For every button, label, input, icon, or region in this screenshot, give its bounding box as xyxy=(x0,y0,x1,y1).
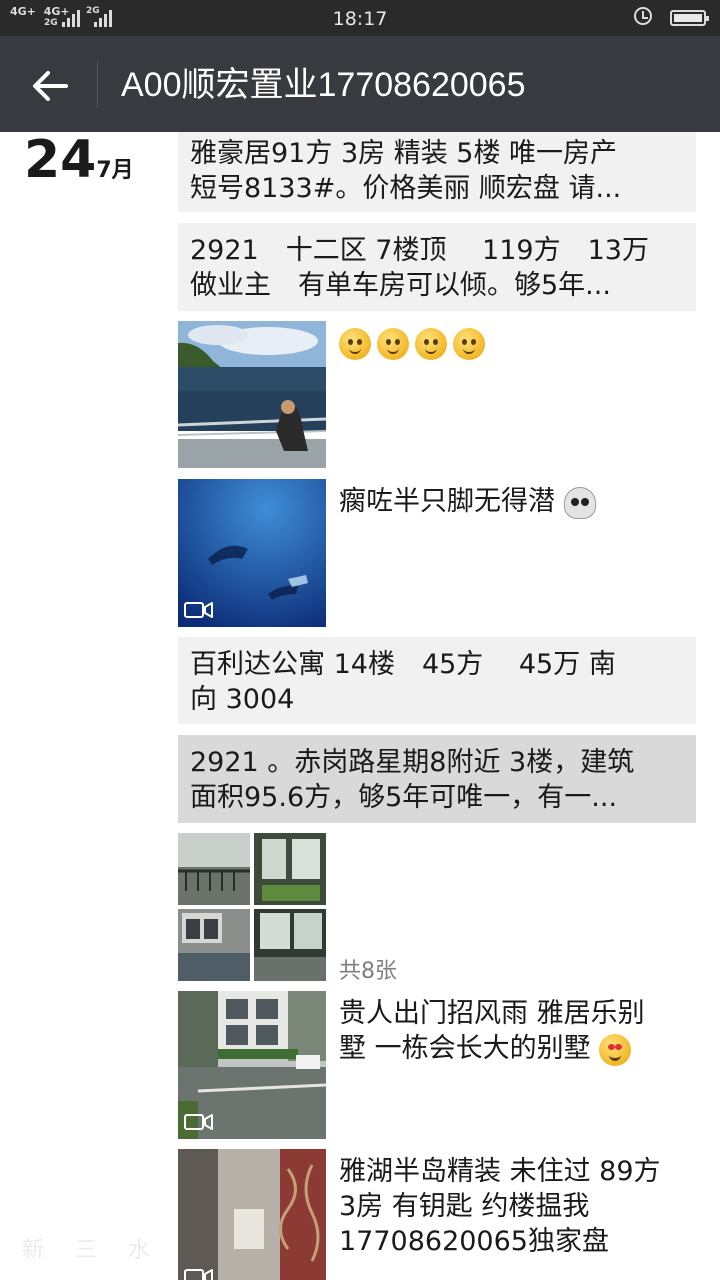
moment-post[interactable]: 2921 十二区 7楼顶 119方 13万 做业主 有单车房可以倾。够5年... xyxy=(178,223,696,311)
post-text-line: 百利达公寓 14楼 45方 45万 南 xyxy=(190,649,616,680)
post-text-line: 雅豪居91方 3房 精装 5楼 唯一房产 xyxy=(190,138,618,169)
photo-count: 共8张 xyxy=(339,959,397,984)
post-date: 247月 xyxy=(24,130,134,190)
post-text-line: 2921 十二区 7楼顶 119方 13万 xyxy=(190,235,649,266)
smile-emoji-icon xyxy=(339,327,371,360)
photo-grid-image xyxy=(178,833,326,981)
title-bar: A00顺宏置业17708620065 xyxy=(0,36,720,132)
caption-line: 贵人出门招风雨 雅居乐别 xyxy=(339,998,645,1029)
date-day: 24 xyxy=(24,130,97,190)
smile-emoji-icon xyxy=(415,327,447,360)
video-icon xyxy=(184,1269,213,1280)
caption-line: 3房 有钥匙 约楼揾我 xyxy=(339,1191,590,1222)
post-caption: 贵人出门招风雨 雅居乐别 墅 一栋会长大的别墅 xyxy=(339,996,645,1066)
skull-emoji-icon xyxy=(563,486,596,519)
moment-post[interactable]: 雅豪居91方 3房 精装 5楼 唯一房产 短号8133#。价格美丽 顺宏盘 请.… xyxy=(178,132,696,212)
alarm-clock-icon xyxy=(634,7,652,25)
post-text-line: 2921 。赤岗路星期8附近 3楼，建筑 xyxy=(190,747,635,778)
back-button[interactable] xyxy=(28,64,72,108)
sea-photo-image xyxy=(178,321,326,468)
caption-line: 墅 一栋会长大的别墅 xyxy=(339,1031,645,1066)
post-text-line: 短号8133#。价格美丽 顺宏盘 请... xyxy=(190,173,622,204)
door-photo-image xyxy=(178,1149,326,1280)
post-photo-sea[interactable] xyxy=(178,321,326,468)
title-divider xyxy=(97,62,98,108)
smile-emoji-icon xyxy=(377,327,409,360)
arrow-left-icon xyxy=(33,71,68,101)
heart-eyes-emoji-icon xyxy=(599,1033,632,1066)
post-caption: 雅湖半岛精装 未住过 89方 3房 有钥匙 约楼揾我 17708620065独家… xyxy=(339,1154,661,1259)
battery-icon xyxy=(670,10,709,26)
clock: 18:17 xyxy=(332,8,388,30)
post-video-villa[interactable] xyxy=(178,991,326,1139)
caption-text: 瘸咗半只脚无得潜 xyxy=(339,486,555,517)
post-photo-grid[interactable] xyxy=(178,833,326,981)
caption-text: 墅 一栋会长大的别墅 xyxy=(339,1033,591,1064)
post-photo-door[interactable] xyxy=(178,1149,326,1280)
post-video-dive[interactable] xyxy=(178,479,326,627)
caption-line: 雅湖半岛精装 未住过 89方 xyxy=(339,1156,661,1187)
moment-post[interactable]: 百利达公寓 14楼 45方 45万 南 向 3004 xyxy=(178,637,696,724)
post-caption: 瘸咗半只脚无得潜 xyxy=(339,484,596,519)
video-icon xyxy=(184,1114,213,1130)
post-text-line: 面积95.6方，够5年可唯一，有一... xyxy=(190,782,618,813)
post-text-line: 做业主 有单车房可以倾。够5年... xyxy=(190,270,611,301)
date-month: 7月 xyxy=(96,158,134,183)
emoji-row xyxy=(339,325,491,360)
watermark: 新 三 水 xyxy=(22,1238,162,1263)
smile-emoji-icon xyxy=(453,327,485,360)
page-title: A00顺宏置业17708620065 xyxy=(121,66,526,104)
status-bar: 4G+ 4G+ 2G 2G 18:17 xyxy=(0,0,720,36)
caption-line: 17708620065独家盘 xyxy=(339,1226,609,1257)
video-icon xyxy=(184,602,213,618)
post-text-line: 向 3004 xyxy=(190,684,295,715)
moment-post-selected[interactable]: 2921 。赤岗路星期8附近 3楼，建筑 面积95.6方，够5年可唯一，有一..… xyxy=(178,735,696,823)
